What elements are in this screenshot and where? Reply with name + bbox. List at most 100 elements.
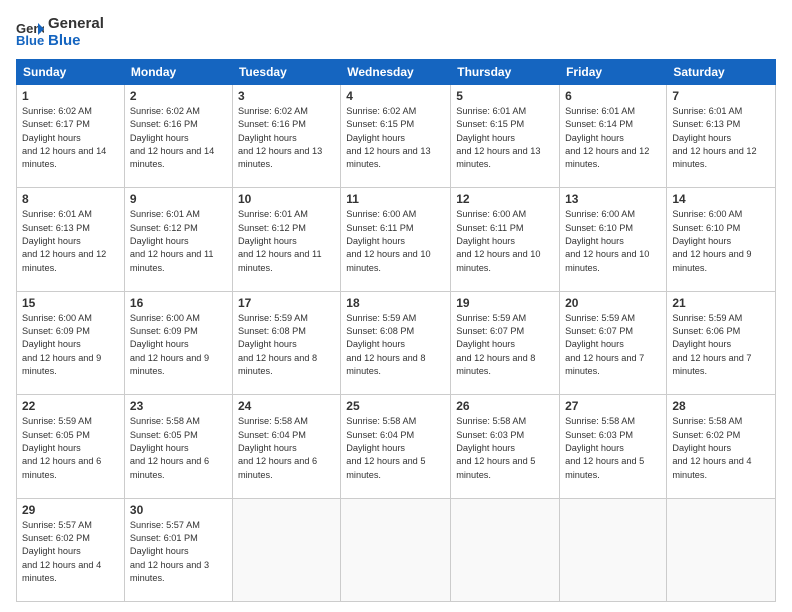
day-number: 1 <box>22 89 119 103</box>
day-info: Sunrise: 5:58 AMSunset: 6:05 PMDaylight … <box>130 415 227 482</box>
day-info: Sunrise: 5:59 AMSunset: 6:06 PMDaylight … <box>672 312 770 379</box>
logo-blue: Blue <box>48 33 104 50</box>
col-header-thursday: Thursday <box>451 60 560 85</box>
day-info: Sunrise: 5:59 AMSunset: 6:07 PMDaylight … <box>565 312 661 379</box>
calendar-cell: 11 Sunrise: 6:00 AMSunset: 6:11 PMDaylig… <box>341 188 451 291</box>
day-info: Sunrise: 6:01 AMSunset: 6:14 PMDaylight … <box>565 105 661 172</box>
day-info: Sunrise: 6:01 AMSunset: 6:12 PMDaylight … <box>238 208 335 275</box>
calendar-cell: 8 Sunrise: 6:01 AMSunset: 6:13 PMDayligh… <box>17 188 125 291</box>
day-info: Sunrise: 5:59 AMSunset: 6:05 PMDaylight … <box>22 415 119 482</box>
week-row-4: 22 Sunrise: 5:59 AMSunset: 6:05 PMDaylig… <box>17 395 776 498</box>
day-info: Sunrise: 5:59 AMSunset: 6:08 PMDaylight … <box>346 312 445 379</box>
calendar-cell: 10 Sunrise: 6:01 AMSunset: 6:12 PMDaylig… <box>232 188 340 291</box>
col-header-sunday: Sunday <box>17 60 125 85</box>
calendar-cell: 29 Sunrise: 5:57 AMSunset: 6:02 PMDaylig… <box>17 498 125 601</box>
calendar-cell: 3 Sunrise: 6:02 AMSunset: 6:16 PMDayligh… <box>232 85 340 188</box>
day-number: 15 <box>22 296 119 310</box>
day-info: Sunrise: 6:00 AMSunset: 6:09 PMDaylight … <box>22 312 119 379</box>
header: General Blue General Blue <box>16 16 776 49</box>
day-number: 21 <box>672 296 770 310</box>
day-number: 28 <box>672 399 770 413</box>
calendar-cell: 9 Sunrise: 6:01 AMSunset: 6:12 PMDayligh… <box>124 188 232 291</box>
day-info: Sunrise: 6:00 AMSunset: 6:09 PMDaylight … <box>130 312 227 379</box>
calendar-cell: 1 Sunrise: 6:02 AMSunset: 6:17 PMDayligh… <box>17 85 125 188</box>
col-header-wednesday: Wednesday <box>341 60 451 85</box>
calendar-cell: 24 Sunrise: 5:58 AMSunset: 6:04 PMDaylig… <box>232 395 340 498</box>
calendar: SundayMondayTuesdayWednesdayThursdayFrid… <box>16 59 776 602</box>
day-info: Sunrise: 6:01 AMSunset: 6:15 PMDaylight … <box>456 105 554 172</box>
calendar-cell: 22 Sunrise: 5:59 AMSunset: 6:05 PMDaylig… <box>17 395 125 498</box>
day-info: Sunrise: 5:58 AMSunset: 6:04 PMDaylight … <box>238 415 335 482</box>
day-info: Sunrise: 6:01 AMSunset: 6:12 PMDaylight … <box>130 208 227 275</box>
day-number: 29 <box>22 503 119 517</box>
day-number: 16 <box>130 296 227 310</box>
col-header-monday: Monday <box>124 60 232 85</box>
day-number: 19 <box>456 296 554 310</box>
col-header-saturday: Saturday <box>667 60 776 85</box>
day-number: 30 <box>130 503 227 517</box>
day-info: Sunrise: 6:02 AMSunset: 6:17 PMDaylight … <box>22 105 119 172</box>
calendar-cell: 14 Sunrise: 6:00 AMSunset: 6:10 PMDaylig… <box>667 188 776 291</box>
logo-general: General <box>48 16 104 33</box>
calendar-cell: 4 Sunrise: 6:02 AMSunset: 6:15 PMDayligh… <box>341 85 451 188</box>
calendar-cell: 17 Sunrise: 5:59 AMSunset: 6:08 PMDaylig… <box>232 291 340 394</box>
day-number: 12 <box>456 192 554 206</box>
day-info: Sunrise: 5:59 AMSunset: 6:08 PMDaylight … <box>238 312 335 379</box>
calendar-cell: 27 Sunrise: 5:58 AMSunset: 6:03 PMDaylig… <box>560 395 667 498</box>
day-number: 13 <box>565 192 661 206</box>
day-info: Sunrise: 6:00 AMSunset: 6:10 PMDaylight … <box>672 208 770 275</box>
day-number: 26 <box>456 399 554 413</box>
col-header-friday: Friday <box>560 60 667 85</box>
day-number: 5 <box>456 89 554 103</box>
week-row-3: 15 Sunrise: 6:00 AMSunset: 6:09 PMDaylig… <box>17 291 776 394</box>
week-row-1: 1 Sunrise: 6:02 AMSunset: 6:17 PMDayligh… <box>17 85 776 188</box>
day-info: Sunrise: 5:57 AMSunset: 6:01 PMDaylight … <box>130 519 227 586</box>
week-row-5: 29 Sunrise: 5:57 AMSunset: 6:02 PMDaylig… <box>17 498 776 601</box>
day-number: 23 <box>130 399 227 413</box>
calendar-cell: 20 Sunrise: 5:59 AMSunset: 6:07 PMDaylig… <box>560 291 667 394</box>
logo-icon: General Blue <box>16 19 44 47</box>
calendar-cell <box>560 498 667 601</box>
day-number: 2 <box>130 89 227 103</box>
page: General Blue General Blue SundayMondayTu… <box>0 0 792 612</box>
calendar-cell <box>667 498 776 601</box>
day-info: Sunrise: 6:02 AMSunset: 6:16 PMDaylight … <box>238 105 335 172</box>
calendar-cell: 30 Sunrise: 5:57 AMSunset: 6:01 PMDaylig… <box>124 498 232 601</box>
calendar-cell: 16 Sunrise: 6:00 AMSunset: 6:09 PMDaylig… <box>124 291 232 394</box>
day-number: 14 <box>672 192 770 206</box>
col-header-tuesday: Tuesday <box>232 60 340 85</box>
day-number: 9 <box>130 192 227 206</box>
day-info: Sunrise: 5:58 AMSunset: 6:04 PMDaylight … <box>346 415 445 482</box>
calendar-cell: 15 Sunrise: 6:00 AMSunset: 6:09 PMDaylig… <box>17 291 125 394</box>
day-number: 6 <box>565 89 661 103</box>
calendar-cell: 23 Sunrise: 5:58 AMSunset: 6:05 PMDaylig… <box>124 395 232 498</box>
svg-text:Blue: Blue <box>16 33 44 47</box>
day-info: Sunrise: 5:58 AMSunset: 6:02 PMDaylight … <box>672 415 770 482</box>
day-number: 10 <box>238 192 335 206</box>
day-number: 7 <box>672 89 770 103</box>
calendar-cell: 25 Sunrise: 5:58 AMSunset: 6:04 PMDaylig… <box>341 395 451 498</box>
calendar-header-row: SundayMondayTuesdayWednesdayThursdayFrid… <box>17 60 776 85</box>
day-number: 20 <box>565 296 661 310</box>
day-number: 4 <box>346 89 445 103</box>
calendar-cell: 26 Sunrise: 5:58 AMSunset: 6:03 PMDaylig… <box>451 395 560 498</box>
day-number: 17 <box>238 296 335 310</box>
day-info: Sunrise: 5:58 AMSunset: 6:03 PMDaylight … <box>565 415 661 482</box>
calendar-cell: 21 Sunrise: 5:59 AMSunset: 6:06 PMDaylig… <box>667 291 776 394</box>
calendar-cell: 12 Sunrise: 6:00 AMSunset: 6:11 PMDaylig… <box>451 188 560 291</box>
calendar-cell <box>232 498 340 601</box>
day-info: Sunrise: 6:00 AMSunset: 6:11 PMDaylight … <box>456 208 554 275</box>
day-number: 25 <box>346 399 445 413</box>
day-number: 27 <box>565 399 661 413</box>
calendar-cell: 28 Sunrise: 5:58 AMSunset: 6:02 PMDaylig… <box>667 395 776 498</box>
calendar-cell: 5 Sunrise: 6:01 AMSunset: 6:15 PMDayligh… <box>451 85 560 188</box>
day-info: Sunrise: 5:57 AMSunset: 6:02 PMDaylight … <box>22 519 119 586</box>
day-info: Sunrise: 5:59 AMSunset: 6:07 PMDaylight … <box>456 312 554 379</box>
calendar-cell: 18 Sunrise: 5:59 AMSunset: 6:08 PMDaylig… <box>341 291 451 394</box>
week-row-2: 8 Sunrise: 6:01 AMSunset: 6:13 PMDayligh… <box>17 188 776 291</box>
day-number: 8 <box>22 192 119 206</box>
logo: General Blue General Blue <box>16 16 104 49</box>
day-number: 24 <box>238 399 335 413</box>
calendar-cell: 13 Sunrise: 6:00 AMSunset: 6:10 PMDaylig… <box>560 188 667 291</box>
day-number: 22 <box>22 399 119 413</box>
